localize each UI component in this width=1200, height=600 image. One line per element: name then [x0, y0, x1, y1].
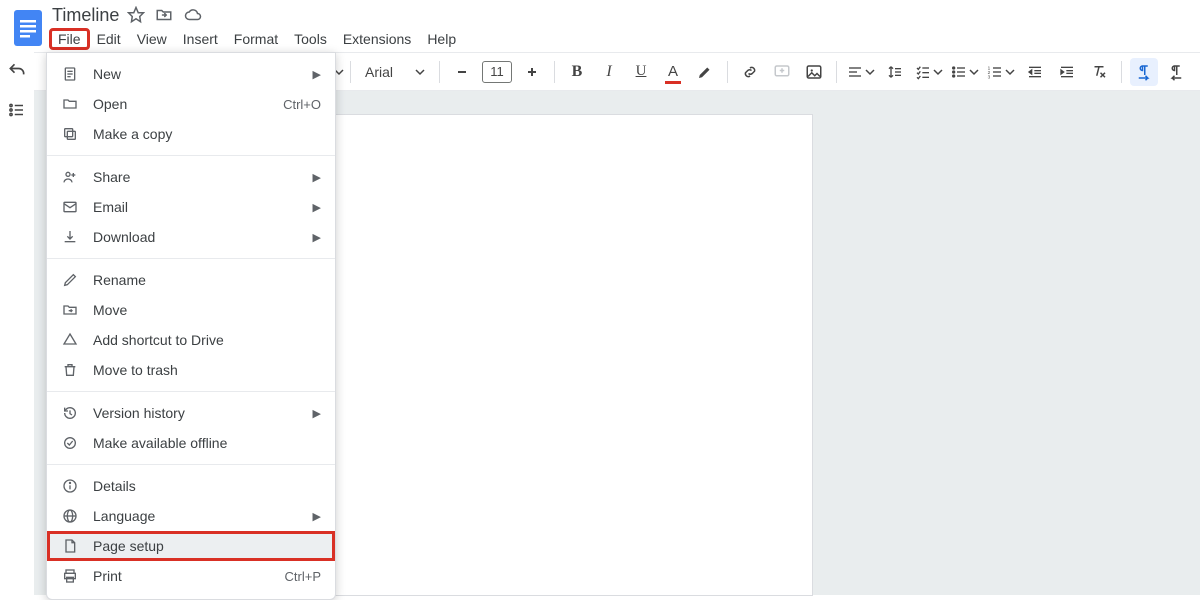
- font-name-label: Arial: [365, 64, 393, 80]
- offline-icon: [61, 435, 79, 451]
- insert-image-button[interactable]: [800, 58, 828, 86]
- menu-label: New: [93, 66, 299, 82]
- trash-icon: [61, 362, 79, 378]
- menu-label: Move: [93, 302, 321, 318]
- menu-new[interactable]: New ▶: [47, 59, 335, 89]
- line-spacing-button[interactable]: [881, 58, 909, 86]
- menu-help[interactable]: Help: [419, 29, 464, 49]
- svg-text:3: 3: [988, 74, 991, 79]
- star-icon[interactable]: [127, 6, 145, 24]
- email-icon: [61, 199, 79, 215]
- menu-page-setup[interactable]: Page setup: [47, 531, 335, 561]
- menu-trash[interactable]: Move to trash: [47, 355, 335, 385]
- menu-edit[interactable]: Edit: [89, 29, 129, 49]
- checklist-button[interactable]: [913, 58, 945, 86]
- indent-decrease-button[interactable]: [1021, 58, 1049, 86]
- undo-icon[interactable]: [7, 61, 27, 81]
- document-title[interactable]: Timeline: [52, 5, 119, 26]
- cloud-icon[interactable]: [183, 6, 203, 24]
- highlight-color-button[interactable]: [691, 58, 719, 86]
- menu-label: Rename: [93, 272, 321, 288]
- menu-view[interactable]: View: [129, 29, 175, 49]
- globe-icon: [61, 508, 79, 524]
- print-icon: [61, 568, 79, 584]
- font-decrease-button[interactable]: [448, 58, 476, 86]
- font-size-input[interactable]: 11: [482, 61, 512, 83]
- menu-label: Page setup: [93, 538, 321, 554]
- menu-tools[interactable]: Tools: [286, 29, 335, 49]
- file-menu: New ▶ Open Ctrl+O Make a copy Share ▶ Em…: [46, 52, 336, 600]
- insert-comment-button[interactable]: [768, 58, 796, 86]
- menu-label: Share: [93, 169, 299, 185]
- font-increase-button[interactable]: [518, 58, 546, 86]
- menu-make-copy[interactable]: Make a copy: [47, 119, 335, 149]
- menu-insert[interactable]: Insert: [175, 29, 226, 49]
- italic-button[interactable]: I: [595, 58, 623, 86]
- outline-icon[interactable]: [8, 101, 26, 119]
- copy-icon: [61, 126, 79, 142]
- clear-formatting-button[interactable]: [1085, 58, 1113, 86]
- drive-shortcut-icon: [61, 332, 79, 348]
- submenu-icon: ▶: [313, 510, 321, 523]
- submenu-icon: ▶: [313, 407, 321, 420]
- rtl-button[interactable]: [1162, 58, 1190, 86]
- menu-open[interactable]: Open Ctrl+O: [47, 89, 335, 119]
- ltr-button[interactable]: [1130, 58, 1158, 86]
- menu-shortcut: Ctrl+O: [283, 97, 321, 112]
- menu-print[interactable]: Print Ctrl+P: [47, 561, 335, 591]
- history-icon: [61, 405, 79, 421]
- menu-label: Details: [93, 478, 321, 494]
- numbered-list-button[interactable]: 123: [985, 58, 1017, 86]
- page-setup-icon: [61, 538, 79, 554]
- menu-format[interactable]: Format: [226, 29, 286, 49]
- menu-label: Download: [93, 229, 299, 245]
- menu-label: Email: [93, 199, 299, 215]
- align-button[interactable]: [845, 58, 877, 86]
- menu-label: Add shortcut to Drive: [93, 332, 321, 348]
- bold-button[interactable]: B: [563, 58, 591, 86]
- move-icon: [61, 302, 79, 318]
- move-folder-icon[interactable]: [155, 6, 173, 24]
- menu-share[interactable]: Share ▶: [47, 162, 335, 192]
- menu-download[interactable]: Download ▶: [47, 222, 335, 252]
- submenu-icon: ▶: [313, 171, 321, 184]
- share-icon: [61, 169, 79, 185]
- menu-file[interactable]: File: [50, 29, 89, 49]
- submenu-icon: ▶: [313, 201, 321, 214]
- underline-button[interactable]: U: [627, 58, 655, 86]
- menu-label: Move to trash: [93, 362, 321, 378]
- menu-offline[interactable]: Make available offline: [47, 428, 335, 458]
- rename-icon: [61, 272, 79, 288]
- menu-move[interactable]: Move: [47, 295, 335, 325]
- menubar: File Edit View Insert Format Tools Exten…: [50, 26, 464, 52]
- indent-increase-button[interactable]: [1053, 58, 1081, 86]
- insert-link-button[interactable]: [736, 58, 764, 86]
- menu-add-shortcut[interactable]: Add shortcut to Drive: [47, 325, 335, 355]
- docs-logo[interactable]: [8, 8, 48, 48]
- submenu-icon: ▶: [313, 68, 321, 81]
- menu-label: Make available offline: [93, 435, 321, 451]
- submenu-icon: ▶: [313, 231, 321, 244]
- menu-label: Version history: [93, 405, 299, 421]
- menu-email[interactable]: Email ▶: [47, 192, 335, 222]
- menu-language[interactable]: Language ▶: [47, 501, 335, 531]
- folder-icon: [61, 96, 79, 112]
- text-color-button[interactable]: A: [659, 58, 687, 86]
- download-icon: [61, 229, 79, 245]
- menu-details[interactable]: Details: [47, 471, 335, 501]
- menu-label: Print: [93, 568, 271, 584]
- menu-label: Make a copy: [93, 126, 321, 142]
- menu-rename[interactable]: Rename: [47, 265, 335, 295]
- chevron-down-icon: [415, 67, 425, 77]
- menu-label: Language: [93, 508, 299, 524]
- menu-label: Open: [93, 96, 269, 112]
- menu-version-history[interactable]: Version history ▶: [47, 398, 335, 428]
- font-name-select[interactable]: Arial: [359, 58, 431, 86]
- new-doc-icon: [61, 66, 79, 82]
- info-icon: [61, 478, 79, 494]
- menu-extensions[interactable]: Extensions: [335, 29, 419, 49]
- menu-shortcut: Ctrl+P: [285, 569, 321, 584]
- bullet-list-button[interactable]: [949, 58, 981, 86]
